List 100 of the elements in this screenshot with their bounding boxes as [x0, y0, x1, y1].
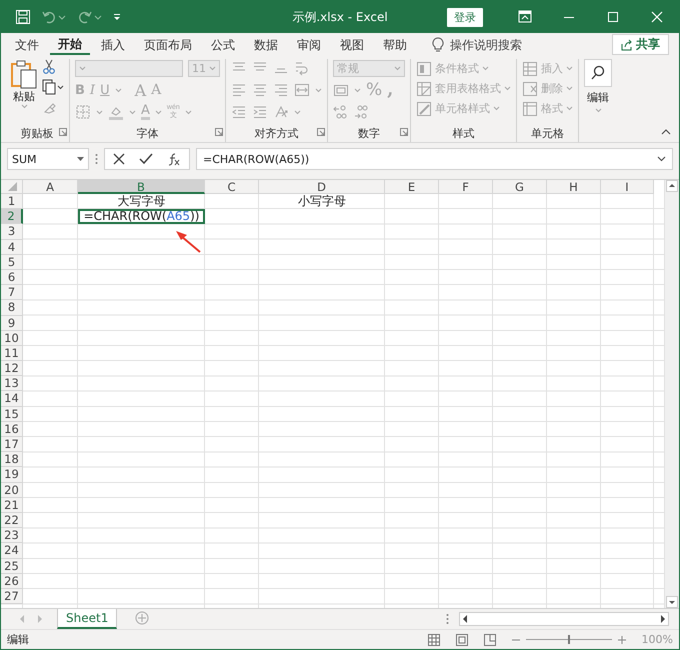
row-header[interactable]: 14 — [1, 391, 23, 407]
row-header[interactable]: 23 — [1, 528, 23, 544]
align-left-icon[interactable] — [231, 82, 247, 98]
row-header[interactable]: 10 — [1, 330, 23, 346]
ribbon-tab[interactable]: 审阅 — [289, 33, 329, 57]
close-icon[interactable] — [649, 9, 665, 25]
column-header[interactable]: B — [78, 180, 205, 194]
increase-decimal-icon[interactable] — [333, 104, 349, 120]
row-header[interactable]: 7 — [1, 285, 23, 300]
merge-center-icon[interactable] — [294, 82, 310, 98]
drag-handle-icon[interactable] — [446, 613, 449, 625]
zoom-slider-thumb[interactable] — [568, 635, 570, 644]
collapse-ribbon-icon[interactable] — [661, 129, 671, 135]
page-layout-icon[interactable] — [456, 634, 468, 646]
row-header[interactable]: 16 — [1, 422, 23, 437]
row-header[interactable]: 6 — [1, 270, 23, 286]
column-header[interactable]: C — [205, 180, 259, 194]
row-header[interactable]: 2 — [1, 209, 23, 224]
scroll-up-icon[interactable] — [666, 180, 678, 192]
select-all-icon[interactable] — [6, 180, 18, 192]
column-header[interactable]: G — [493, 180, 547, 194]
row-header[interactable]: 5 — [1, 254, 23, 270]
ribbon-tab[interactable]: 视图 — [332, 33, 372, 57]
insert-function-icon[interactable] — [167, 152, 181, 166]
column-header[interactable]: H — [547, 180, 601, 194]
align-right-icon[interactable] — [273, 82, 289, 98]
normal-view-icon[interactable] — [428, 634, 440, 646]
ribbon-tab[interactable]: 开始 — [50, 33, 90, 55]
column-header[interactable]: A — [23, 180, 78, 194]
orientation-icon[interactable] — [273, 104, 289, 120]
lightbulb-icon[interactable] — [432, 37, 444, 53]
page-break-preview-icon[interactable] — [484, 634, 496, 646]
ribbon-tab[interactable]: 页面布局 — [136, 33, 200, 57]
drag-handle-icon[interactable] — [95, 153, 98, 165]
row-header[interactable]: 3 — [1, 224, 23, 240]
ribbon-tab[interactable]: 数据 — [246, 33, 286, 57]
paste-button[interactable]: 粘贴 — [10, 59, 38, 109]
cell-styles-icon[interactable] — [416, 100, 432, 116]
dialog-launcher-icon[interactable] — [59, 128, 67, 136]
horizontal-scrollbar[interactable] — [459, 612, 669, 626]
row-header[interactable]: 13 — [1, 376, 23, 392]
row-header[interactable]: 12 — [1, 361, 23, 376]
copy-icon[interactable] — [42, 79, 64, 95]
borders-icon[interactable] — [75, 104, 91, 120]
row-header[interactable]: 27 — [1, 588, 23, 604]
format-as-table-icon[interactable] — [416, 80, 432, 96]
check-icon[interactable] — [139, 153, 153, 165]
delete-cells-icon[interactable] — [522, 80, 538, 96]
ribbon-tab[interactable]: 插入 — [93, 33, 133, 57]
row-header[interactable]: 9 — [1, 316, 23, 331]
row-header[interactable]: 19 — [1, 467, 23, 483]
zoom-in-icon[interactable] — [618, 636, 626, 644]
table-cell[interactable]: 小写字母 — [259, 194, 385, 210]
decrease-decimal-icon[interactable] — [354, 104, 370, 120]
add-sheet-icon[interactable] — [135, 610, 150, 624]
formula-field[interactable]: =CHAR(ROW(A65)) — [196, 148, 673, 170]
row-header[interactable]: 26 — [1, 574, 23, 589]
table-cell[interactable]: 大写字母 — [78, 194, 205, 210]
caret-icon[interactable] — [77, 156, 84, 162]
scissors-icon[interactable] — [42, 59, 56, 75]
undo-icon[interactable] — [41, 9, 67, 25]
dialog-launcher-icon[interactable] — [400, 128, 408, 136]
row-header[interactable]: 25 — [1, 558, 23, 574]
save-icon[interactable] — [15, 9, 31, 25]
ribbon-tab[interactable]: 帮助 — [375, 33, 415, 57]
row-header[interactable]: 15 — [1, 406, 23, 422]
dialog-launcher-icon[interactable] — [317, 128, 325, 136]
row-header[interactable]: 21 — [1, 498, 23, 513]
redo-icon[interactable] — [77, 9, 103, 25]
column-header[interactable]: F — [439, 180, 493, 194]
row-header[interactable]: 1 — [1, 194, 23, 210]
maximize-icon[interactable] — [605, 9, 621, 25]
expand-icon[interactable] — [657, 156, 666, 162]
column-header[interactable]: I — [601, 180, 654, 194]
row-header[interactable]: 22 — [1, 512, 23, 528]
name-box[interactable]: SUM — [7, 148, 89, 170]
cancel-icon[interactable] — [113, 153, 125, 165]
scroll-down-icon[interactable] — [666, 596, 678, 608]
column-header[interactable]: D — [259, 180, 385, 194]
ribbon-tab[interactable]: 文件 — [7, 33, 47, 57]
wrap-text-icon[interactable] — [294, 60, 310, 76]
row-header[interactable]: 24 — [1, 543, 23, 558]
sign-in-button[interactable]: 登录 — [447, 8, 483, 26]
row-header[interactable]: 11 — [1, 346, 23, 362]
sheet-tab[interactable]: Sheet1 — [57, 608, 118, 628]
dialog-launcher-icon[interactable] — [215, 128, 223, 136]
accounting-format-icon[interactable] — [333, 82, 349, 98]
row-header[interactable]: 20 — [1, 482, 23, 498]
align-center-icon[interactable] — [252, 82, 268, 98]
share-button[interactable]: 共享 — [612, 34, 669, 55]
scroll-right-icon[interactable] — [658, 614, 668, 624]
table-cell[interactable]: =CHAR(ROW(A65)) — [78, 209, 205, 224]
decrease-indent-icon[interactable] — [231, 104, 247, 120]
row-header[interactable]: 17 — [1, 437, 23, 452]
format-cells-icon[interactable] — [522, 100, 538, 116]
ribbon-display-icon[interactable] — [517, 9, 533, 25]
row-header[interactable]: 8 — [1, 300, 23, 316]
tell-me-search[interactable]: 操作说明搜索 — [450, 36, 522, 54]
increase-indent-icon[interactable] — [252, 104, 268, 120]
ribbon-tab[interactable]: 公式 — [203, 33, 243, 57]
